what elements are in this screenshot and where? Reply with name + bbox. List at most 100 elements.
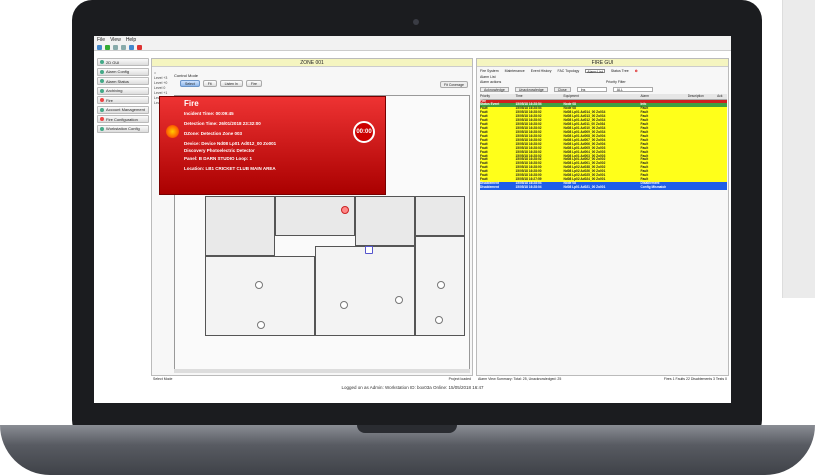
detection-time: Detection Time: 26/01/2018 23:32:00 [184, 121, 261, 126]
room [355, 196, 415, 246]
nav-account-management[interactable]: Account Management [97, 105, 149, 114]
detector-icon[interactable] [437, 281, 445, 289]
fire-gui-panel: FIRE GUI Fire System Maintenance Event H… [476, 58, 729, 376]
table-cell [687, 185, 718, 190]
room [205, 196, 275, 256]
side-panel [782, 0, 815, 298]
nav-label: Alarm Config [106, 69, 130, 74]
nav-fire-configuration[interactable]: Fire Configuration [97, 115, 149, 123]
nav-alarm-status[interactable]: Alarm Status [97, 77, 149, 85]
location-info: Location: LB1 CRICKET CLUB MAIN AREA [184, 166, 276, 171]
tab-maintenance[interactable]: Maintenance [505, 69, 525, 73]
nav-label: Archiving [106, 88, 123, 93]
fire-alarm-popup[interactable]: Fire Incident Time: 00:09:45 Detection T… [159, 96, 386, 195]
mode-status: Select Mode [153, 377, 173, 381]
gui-tabs: Fire System Maintenance Event History FA… [477, 67, 728, 75]
app-screen: File View Help 2D GUI Alarm Config Alarm… [94, 36, 731, 403]
room [415, 196, 465, 236]
tool-icon[interactable] [129, 45, 134, 50]
tool-icon[interactable] [137, 45, 142, 50]
nav-label: Fire Configuration [106, 116, 138, 122]
logon-status: Logged on as Admin: Workstation ID: box0… [341, 385, 484, 390]
gui-status-bar: Alarm View Summary: Total: 25, Unacknowl… [476, 377, 729, 381]
detector-icon[interactable] [435, 316, 443, 324]
nav-label: Alarm Status [106, 78, 129, 84]
menu-bar: File View Help [94, 36, 731, 44]
detector-icon[interactable] [257, 321, 265, 329]
room [275, 196, 355, 236]
room [315, 246, 415, 336]
nav-icon [100, 107, 104, 112]
tab-fac-topology[interactable]: FAC Topology [558, 69, 580, 73]
tool-icon[interactable] [97, 45, 102, 50]
camera [413, 19, 419, 25]
alarm-counts: Fires 1 Faults 22 Disablements 3 Tests 0 [663, 377, 727, 381]
select-button[interactable]: Select [180, 80, 200, 87]
plan-scrollbar[interactable] [174, 369, 470, 373]
zone-status-bar: Select Mode Project loaded [151, 377, 473, 381]
nav-icon [100, 60, 104, 64]
fit-coverage-button[interactable]: Fit Coverage [439, 81, 468, 88]
fire-icon [100, 117, 104, 121]
alarm-title: Fire [184, 99, 199, 108]
control-buttons: Select Fit Listen In Fire [180, 80, 262, 87]
device-icon[interactable] [365, 246, 373, 254]
tab-status-tree[interactable]: Status Tree [611, 69, 629, 73]
nav-icon [100, 88, 104, 93]
nav-label: 2D GUI [106, 59, 120, 65]
menu-help[interactable]: Help [126, 37, 136, 43]
left-nav: 2D GUI Alarm Config Alarm Status Archivi… [97, 58, 149, 134]
table-cell: Config Mismatch [640, 185, 688, 190]
priority-filter-label: Priority Filter [606, 80, 626, 84]
nav-icon [100, 79, 104, 83]
nav-2d-gui[interactable]: 2D GUI [97, 58, 149, 66]
nav-fire[interactable]: Fire [97, 96, 149, 104]
menu-file[interactable]: File [97, 37, 105, 43]
flame-icon [166, 125, 179, 138]
table-cell: 15/05/18 16:28:04 [515, 185, 564, 190]
toolbar [94, 44, 731, 51]
close-icon[interactable]: ⊗ [635, 69, 638, 73]
filter-select[interactable]: Ins [576, 87, 607, 92]
alarm-table: Priority Time Equipment Alarm Descriptio… [480, 94, 727, 190]
detector-icon[interactable] [395, 296, 403, 304]
detector-alarm-icon[interactable] [341, 206, 349, 214]
menu-view[interactable]: View [110, 37, 121, 43]
alarm-timer[interactable]: 00:00 [353, 121, 375, 143]
fire-icon [100, 98, 104, 102]
nav-alarm-config[interactable]: Alarm Config [97, 67, 149, 76]
detector-icon[interactable] [340, 301, 348, 309]
laptop-notch [357, 425, 457, 433]
tab-alarm-list[interactable]: Alarm List [585, 69, 605, 74]
nav-label: Workstation Config [106, 126, 140, 131]
acknowledge-button[interactable]: Acknowledge [480, 87, 509, 92]
nav-archiving[interactable]: Archiving [97, 86, 149, 95]
nav-workstation-config[interactable]: Workstation Config [97, 124, 149, 133]
action-row: Acknowledge Unacknowledge Close Ins ALL [477, 87, 728, 94]
tool-icon[interactable] [113, 45, 118, 50]
project-status: Project loaded [448, 377, 471, 381]
table-cell: Disablement [480, 185, 516, 190]
fire-button[interactable]: Fire [245, 80, 262, 87]
nav-label: Account Management [106, 107, 145, 112]
listen-in-button[interactable]: Listen In [219, 80, 243, 87]
panel-info: Panel: B DARN STUDIO Loop: 1 [184, 156, 253, 161]
fit-button[interactable]: Fit [202, 80, 217, 87]
tab-fire-system[interactable]: Fire System [480, 69, 499, 73]
table-cell: Nd08 Lp01 Ad021_00 Zo001 [563, 185, 641, 190]
nav-label: Fire [106, 97, 113, 103]
tab-event-history[interactable]: Event History [531, 69, 552, 73]
close-button[interactable]: Close [553, 87, 571, 92]
alarm-summary: Alarm View Summary: Total: 25, Unacknowl… [478, 377, 562, 381]
filter-all-select[interactable]: ALL [612, 87, 653, 92]
detector-icon[interactable] [255, 281, 263, 289]
device-desc: Discovery Photoelectric Detector [184, 148, 255, 153]
incident-time: Incident Time: 00:09:45 [184, 111, 234, 116]
table-cell [717, 185, 727, 190]
tool-icon[interactable] [105, 45, 110, 50]
action-labels: Alarm actions Priority Filter [477, 80, 728, 87]
control-mode-label: Control Mode [174, 73, 199, 78]
unacknowledge-button[interactable]: Unacknowledge [514, 87, 548, 92]
table-row[interactable]: Disablement 15/05/18 16:28:04 Nd08 Lp01 Ad… [480, 185, 727, 190]
tool-icon[interactable] [121, 45, 126, 50]
